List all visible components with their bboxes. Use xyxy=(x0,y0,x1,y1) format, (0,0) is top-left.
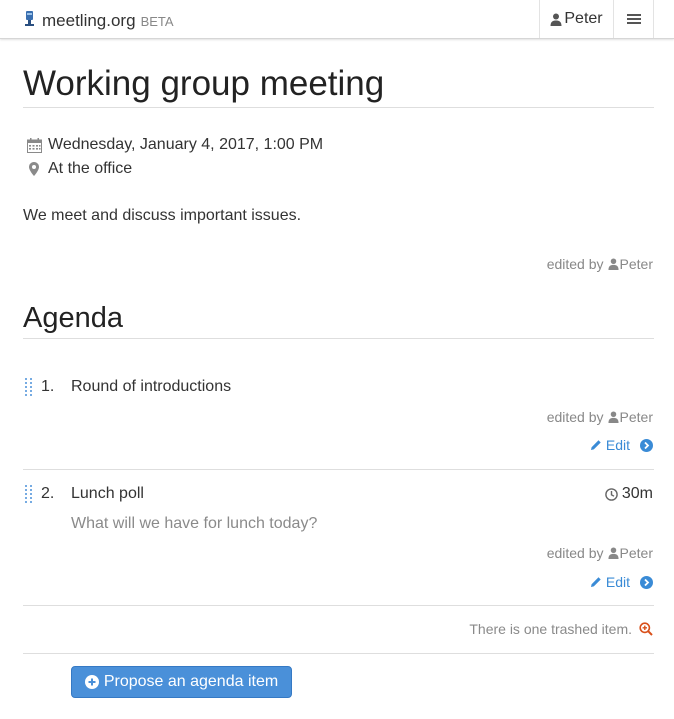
calendar-icon xyxy=(26,137,42,153)
propose-label: Propose an agenda item xyxy=(103,673,279,690)
clock-icon xyxy=(605,487,618,501)
beta-badge: BETA xyxy=(140,14,174,29)
meeting-location: At the office xyxy=(48,160,133,177)
user-icon xyxy=(550,13,562,26)
map-marker-icon xyxy=(29,162,39,176)
navbar: meetling.org BETA Peter xyxy=(0,0,674,39)
edit-label: Edit xyxy=(605,437,630,453)
agenda-item-edit-button[interactable]: Edit xyxy=(590,437,653,453)
drag-handle-icon[interactable] xyxy=(24,377,33,397)
edit-label: Edit xyxy=(605,574,630,590)
hamburger-icon xyxy=(626,14,641,24)
drag-handle-icon[interactable] xyxy=(24,484,33,504)
agenda-item-duration: 30m xyxy=(605,485,653,503)
agenda-divider xyxy=(23,338,654,339)
edited-by-user[interactable]: Peter xyxy=(620,409,653,425)
trashed-items-notice: There is one trashed item. xyxy=(469,621,653,637)
agenda-item-number: 1. xyxy=(41,378,55,395)
brand-name: meetling.org xyxy=(42,11,136,30)
edited-by-label: edited by xyxy=(546,545,604,561)
user-name: Peter xyxy=(564,10,603,27)
agenda-item-edit-button[interactable]: Edit xyxy=(590,574,653,590)
chevron-circle-right-icon[interactable] xyxy=(640,575,653,589)
pencil-icon xyxy=(590,440,601,450)
duration-value: 30m xyxy=(621,485,653,502)
agenda-item-description: What will we have for lunch today? xyxy=(71,515,318,532)
user-icon xyxy=(607,258,619,270)
edited-by-label: edited by xyxy=(546,256,604,272)
user-icon xyxy=(607,411,619,423)
chevron-circle-right-icon[interactable] xyxy=(640,438,653,452)
plus-circle-icon xyxy=(84,675,99,689)
meeting-date: Wednesday, January 4, 2017, 1:00 PM xyxy=(48,136,324,153)
pencil-icon xyxy=(590,577,601,587)
meetling-logo-icon xyxy=(25,11,34,26)
main-menu-button[interactable] xyxy=(613,0,654,38)
agenda-item-edited-by: edited by Peter xyxy=(547,545,653,561)
item-divider xyxy=(23,469,654,470)
agenda-item-title: Lunch poll xyxy=(71,485,144,502)
meeting-edited-by: edited by Peter xyxy=(547,256,653,272)
zoom-in-icon[interactable] xyxy=(639,622,653,636)
agenda-item-edited-by: edited by Peter xyxy=(547,409,653,425)
agenda-item-number: 2. xyxy=(41,485,55,502)
meeting-title: Working group meeting xyxy=(23,64,385,103)
user-icon xyxy=(607,547,619,559)
propose-agenda-item-button[interactable]: Propose an agenda item xyxy=(71,666,292,698)
edited-by-user[interactable]: Peter xyxy=(620,545,653,561)
meeting-location-row: At the office xyxy=(25,160,132,178)
agenda-heading: Agenda xyxy=(23,302,123,334)
item-divider xyxy=(23,605,654,606)
meeting-date-row: Wednesday, January 4, 2017, 1:00 PM xyxy=(25,136,323,154)
title-divider xyxy=(23,107,654,108)
user-menu-button[interactable]: Peter xyxy=(539,0,613,38)
edited-by-user[interactable]: Peter xyxy=(620,256,653,272)
trash-divider xyxy=(23,653,654,654)
meeting-description: We meet and discuss important issues. xyxy=(23,207,302,224)
trashed-items-text: There is one trashed item. xyxy=(469,621,632,637)
edited-by-label: edited by xyxy=(546,409,604,425)
agenda-item-title: Round of introductions xyxy=(71,378,232,395)
brand-link[interactable]: meetling.org BETA xyxy=(24,8,174,31)
